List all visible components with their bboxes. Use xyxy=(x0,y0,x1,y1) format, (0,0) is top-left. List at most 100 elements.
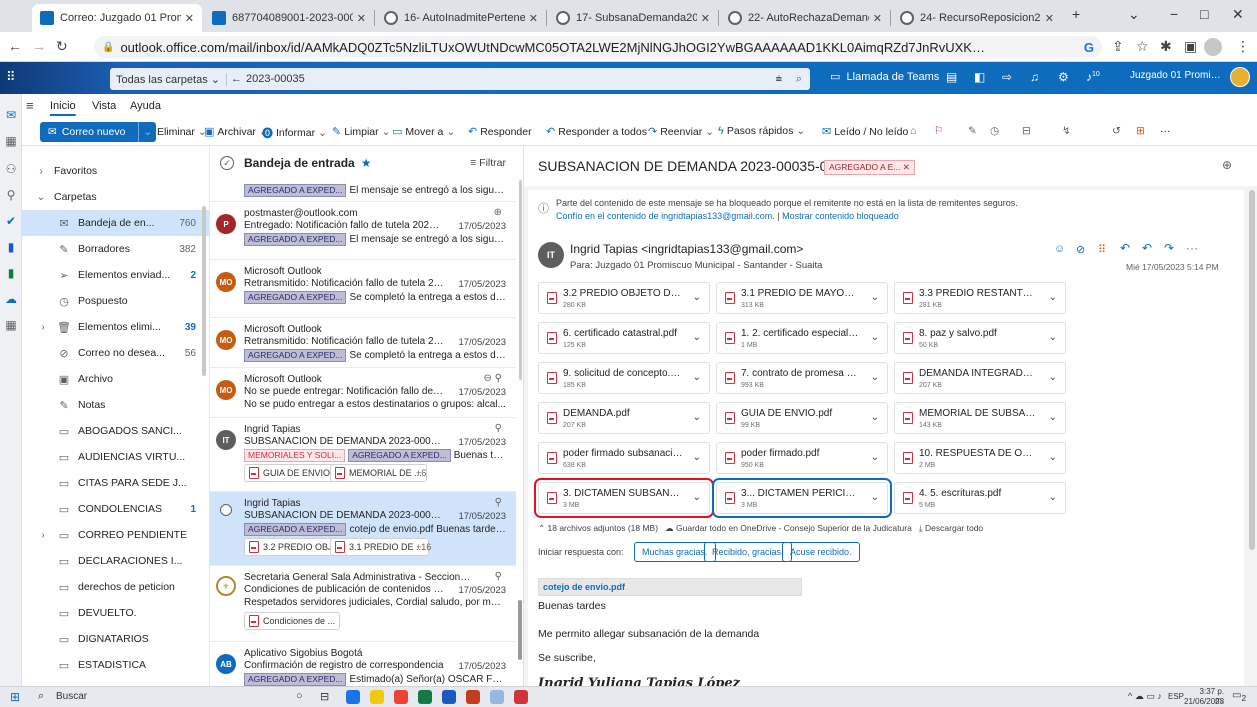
subject-category-tag[interactable]: AGREGADO A E... ✕ xyxy=(824,160,915,175)
message-select-radio[interactable] xyxy=(220,504,232,516)
attachment-card[interactable]: 3. DICTAMEN SUBSANACION... 3 MB ⌄ xyxy=(534,478,714,518)
people-icon[interactable]: ⚇ xyxy=(4,162,18,176)
attachment-chip[interactable]: 3.1 PREDIO DE ... xyxy=(330,538,429,556)
message-item[interactable]: IT Ingrid Tapias SUBSANACION DE DEMANDA 20… xyxy=(210,418,516,492)
attachment-menu-chevron-icon[interactable]: ⌄ xyxy=(871,492,879,503)
attachment-menu-chevron-icon[interactable]: ⌄ xyxy=(871,452,879,463)
browser-tab[interactable]: 22- AutoRechazaDemanda ✕ xyxy=(720,4,890,32)
close-tab-icon[interactable]: ✕ xyxy=(873,12,882,25)
rules-icon[interactable]: ⊟ xyxy=(1022,125,1031,137)
app-launcher-icon[interactable]: ⠿ xyxy=(6,69,16,85)
attachment-chip[interactable]: GUIA DE ENVIO... xyxy=(244,464,343,482)
more-attachments-count[interactable]: +16 xyxy=(416,542,431,552)
taskbar-search-icon[interactable]: ⌕ xyxy=(38,690,44,703)
category-tag[interactable]: AGREGADO A EXPED... xyxy=(244,673,347,686)
attachment-menu-chevron-icon[interactable]: ⌄ xyxy=(1049,332,1057,343)
tag-icon[interactable]: ⌂ xyxy=(910,125,916,137)
hamburger-icon[interactable]: ≡ xyxy=(26,98,34,113)
outlook-taskbar-icon[interactable] xyxy=(442,690,456,704)
new-mail-button[interactable]: ✉ Correo nuevo ⌄ xyxy=(40,122,156,142)
sender-avatar[interactable]: IT xyxy=(538,242,564,268)
ribbon-action-button[interactable]: ↷ Reenviar ⌄ xyxy=(648,125,714,139)
forward-icon[interactable]: ⇨ xyxy=(1002,70,1012,84)
system-tray-icons[interactable]: ^ ☁ ▭ ♪ xyxy=(1128,691,1162,702)
folder-item[interactable]: ◷ Pospuesto xyxy=(22,288,209,314)
folder-item[interactable]: › Favoritos xyxy=(22,158,209,184)
sidepanel-icon[interactable]: ▣ xyxy=(1184,38,1197,55)
close-window-button[interactable]: ✕ xyxy=(1232,6,1244,23)
category-tag[interactable]: AGREGADO A EXPED... xyxy=(244,349,347,362)
forward-icon[interactable]: → xyxy=(32,38,46,54)
folder-item[interactable]: ▭ derechos de peticion xyxy=(22,574,209,600)
folder-chevron-icon[interactable]: › xyxy=(36,322,50,333)
browser-tab[interactable]: Correo: Juzgado 01 Promis ✕ xyxy=(32,4,202,32)
attachment-menu-chevron-icon[interactable]: ⌄ xyxy=(1049,492,1057,503)
favorite-star-icon[interactable]: ★ xyxy=(361,156,372,170)
powerpoint-taskbar-icon[interactable] xyxy=(466,690,480,704)
more-options-icon[interactable]: ··· xyxy=(1186,241,1198,255)
download-all-link[interactable]: Descargar todo xyxy=(925,523,983,533)
reload-icon[interactable]: ↻ xyxy=(56,38,68,55)
ribbon-dropdown-icon[interactable]: ⌄ xyxy=(382,126,391,138)
sender-name[interactable]: Ingrid Tapias <ingridtapias133@gmail.com… xyxy=(570,242,803,256)
message-item[interactable]: Ingrid Tapias SUBSANACION DE DEMANDA 2023… xyxy=(210,492,516,566)
browser-tab[interactable]: 16- AutoInadmitePertenen ✕ xyxy=(376,4,546,32)
sweep-icon[interactable]: ↯ xyxy=(1062,125,1071,137)
inline-attachment-link[interactable]: cotejo de envio.pdf xyxy=(538,578,802,596)
message-item[interactable]: MO Microsoft Outlook Retransmitido: Notifi… xyxy=(210,318,516,368)
loop-icon[interactable]: ⊘ xyxy=(1076,243,1085,256)
attachment-menu-chevron-icon[interactable]: ⌄ xyxy=(1049,452,1057,463)
quick-reply-button[interactable]: Recibido, gracias. xyxy=(704,542,792,562)
ribbon-dropdown-icon[interactable]: ⌄ xyxy=(318,127,327,139)
ribbon-action-button[interactable]: ⓿ Informar ⌄ xyxy=(262,125,327,141)
language-indicator[interactable]: ESP xyxy=(1168,692,1184,701)
folder-chevron-icon[interactable]: › xyxy=(34,166,48,177)
attachment-clip-icon[interactable]: ⚲ xyxy=(495,423,502,434)
folder-item[interactable]: ✎ Borradores 382 xyxy=(22,236,209,262)
taskbar-search-field[interactable]: Buscar xyxy=(56,691,87,702)
attachment-menu-chevron-icon[interactable]: ⌄ xyxy=(1049,412,1057,423)
ribbon-action-button[interactable]: ▭ Mover a ⌄ xyxy=(392,125,455,139)
widgets-icon[interactable]: ⊟ xyxy=(320,690,329,703)
addin-icon[interactable]: ⊞ xyxy=(1136,125,1145,137)
message-item[interactable]: ⚜ Secretaria General Sala Administrativa … xyxy=(210,566,516,642)
folder-chevron-icon[interactable]: › xyxy=(36,530,50,541)
tab-vista[interactable]: Vista xyxy=(92,100,116,112)
settings-gear-icon[interactable]: ⚙ xyxy=(1058,70,1069,84)
reply-icon[interactable]: ↶ xyxy=(1120,241,1130,255)
ribbon-action-button[interactable]: ✎ Limpiar ⌄ xyxy=(332,125,391,139)
attachment-card[interactable]: 10. RESPUESTA DE ORIP DEL ... 2 MB ⌄ xyxy=(894,442,1066,474)
ribbon-dropdown-icon[interactable]: ⌄ xyxy=(446,126,455,138)
tips-icon[interactable]: ♪10 xyxy=(1086,70,1100,84)
show-blocked-link[interactable]: Mostrar contenido bloqueado xyxy=(782,211,899,221)
category-tag[interactable]: AGREGADO A EXPED... xyxy=(244,291,347,304)
zoom-icon[interactable]: ⊕ xyxy=(1222,158,1232,172)
category-tag[interactable]: AGREGADO A EXPED... xyxy=(244,184,347,197)
folder-item[interactable]: › 🗑 Elementos elimi... 39 xyxy=(22,314,209,340)
folder-item[interactable]: ▭ ABOGADOS SANCI... xyxy=(22,418,209,444)
excel-icon[interactable]: ▮ xyxy=(4,266,18,280)
select-all-checkbox[interactable]: ✓ xyxy=(220,156,234,170)
attachment-clip-icon[interactable]: ⚲ xyxy=(495,571,502,582)
close-tab-icon[interactable]: ✕ xyxy=(701,12,710,25)
notification-center-icon[interactable]: ▭2 xyxy=(1232,690,1246,703)
attachment-menu-chevron-icon[interactable]: ⌄ xyxy=(871,372,879,383)
folder-item[interactable]: ▭ DEVUELTO. xyxy=(22,600,209,626)
emoji-react-icon[interactable]: ☺ xyxy=(1054,243,1065,255)
attachment-card[interactable]: 9. solicitud de concepto.pdf 185 KB ⌄ xyxy=(538,362,710,394)
maximize-button[interactable]: □ xyxy=(1200,6,1208,22)
teams-call-button[interactable]: ▭ Llamada de Teams xyxy=(830,70,939,83)
attachment-menu-chevron-icon[interactable]: ⌄ xyxy=(871,332,879,343)
folder-item[interactable]: ⌄ Carpetas xyxy=(22,184,209,210)
browser-menu-icon[interactable]: ⋮ xyxy=(1236,38,1250,55)
search-input[interactable]: 2023-00035 xyxy=(246,73,305,85)
folder-item[interactable]: ✎ Notas xyxy=(22,392,209,418)
google-translate-icon[interactable]: G xyxy=(1084,40,1094,55)
tab-ayuda[interactable]: Ayuda xyxy=(130,100,161,112)
attachment-menu-chevron-icon[interactable]: ⌄ xyxy=(1049,372,1057,383)
category-tag[interactable]: AGREGADO A EXPED... xyxy=(244,523,347,536)
attachment-menu-chevron-icon[interactable]: ⌄ xyxy=(693,412,701,423)
collapse-attachments-icon[interactable]: ⌃ xyxy=(538,523,545,533)
reading-pane-scrollbar[interactable] xyxy=(1249,190,1255,550)
onenote-icon[interactable]: ◧ xyxy=(974,70,985,84)
